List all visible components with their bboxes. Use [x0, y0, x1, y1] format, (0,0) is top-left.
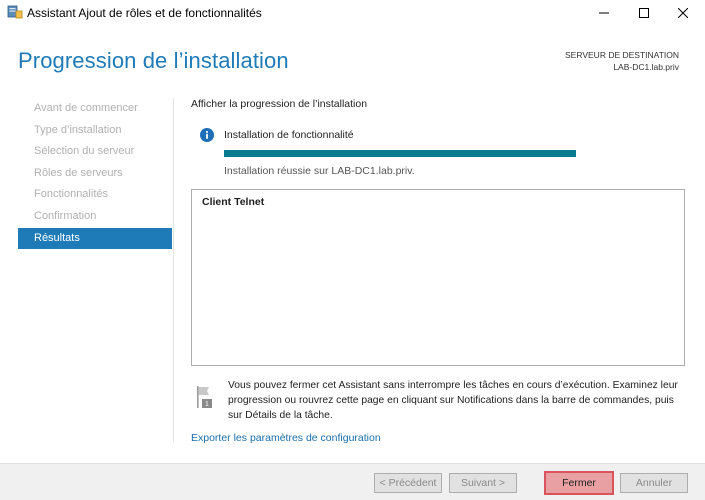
sidebar-item-avant-de-commencer: Avant de commencer	[34, 102, 138, 114]
install-progress-bar	[224, 150, 576, 157]
install-status: Installation réussie sur LAB-DC1.lab.pri…	[224, 165, 415, 177]
sidebar-item-resultats[interactable]: Résultats	[18, 227, 172, 250]
sidebar-item-roles-serveurs: Rôles de serveurs	[34, 166, 123, 179]
info-icon	[200, 128, 214, 142]
next-button[interactable]: Suivant >	[449, 473, 517, 493]
destination-label: SERVEUR DE DESTINATION	[565, 50, 679, 60]
destination-server: LAB-DC1.lab.priv	[613, 62, 679, 72]
close-icon	[678, 8, 688, 18]
flag-notification-icon: 1	[197, 386, 212, 408]
title-bar: Assistant Ajout de rôles et de fonctionn…	[0, 0, 705, 26]
window-title: Assistant Ajout de rôles et de fonctionn…	[27, 6, 262, 20]
export-config-link[interactable]: Exporter les paramètres de configuration	[191, 432, 381, 444]
minimize-button[interactable]	[582, 0, 626, 26]
install-progress-fill	[224, 150, 576, 157]
list-item: Client Telnet	[202, 196, 265, 208]
sidebar-item-confirmation: Confirmation	[34, 209, 97, 222]
install-title: Installation de fonctionnalité	[224, 129, 354, 141]
cancel-button[interactable]: Annuler	[620, 473, 688, 493]
server-manager-icon	[7, 5, 23, 19]
sidebar-item-type-installation: Type d’installation	[34, 123, 122, 136]
minimize-icon	[599, 12, 609, 14]
svg-text:1: 1	[205, 401, 209, 408]
page-title: Progression de l’installation	[18, 48, 289, 73]
wizard-steps-sidebar: Avant de commencer Type d’installation S…	[18, 98, 172, 250]
sidebar-item-fonctionnalites: Fonctionnalités	[34, 188, 108, 201]
results-list[interactable]: Client Telnet	[191, 189, 685, 366]
maximize-button[interactable]	[622, 0, 666, 26]
progress-heading: Afficher la progression de l’installatio…	[191, 98, 368, 110]
maximize-icon	[639, 8, 649, 18]
close-button[interactable]: Fermer	[544, 471, 614, 495]
close-window-button[interactable]	[661, 0, 705, 26]
wizard-footer: < Précédent Suivant > Fermer Annuler	[0, 463, 705, 500]
info-note: Vous pouvez fermer cet Assistant sans in…	[228, 380, 678, 421]
sidebar-item-selection-serveur: Sélection du serveur	[34, 145, 135, 158]
sidebar-divider	[173, 98, 174, 442]
previous-button[interactable]: < Précédent	[374, 473, 442, 493]
